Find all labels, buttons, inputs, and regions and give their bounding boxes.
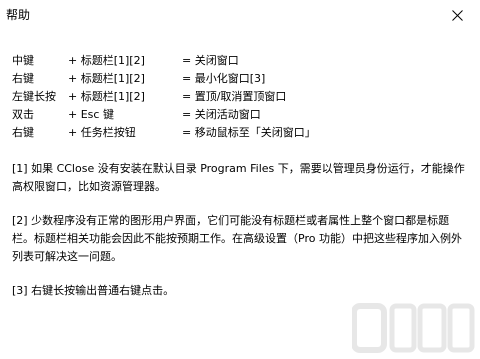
title-bar[interactable]: 帮助 <box>0 0 480 31</box>
shortcut-combo: + Esc 键 <box>68 108 114 121</box>
help-content: 中键 + 标题栏[1][2] = 关闭窗口 右键 + 标题栏[1][2] = 最… <box>12 52 468 300</box>
shortcut-action: = 移动鼠标至「关闭窗口」 <box>182 126 316 139</box>
shortcut-action: = 关闭活动窗口 <box>182 108 261 121</box>
shortcut-key: 左键长按 <box>12 90 56 103</box>
shortcut-combo: + 标题栏[1][2] <box>68 54 145 67</box>
shortcut-action: = 最小化窗口[3] <box>182 72 266 85</box>
shortcut-row: 中键 + 标题栏[1][2] = 关闭窗口 <box>12 52 468 70</box>
shortcut-row: 双击 + Esc 键 = 关闭活动窗口 <box>12 106 468 124</box>
close-button[interactable] <box>434 0 480 31</box>
shortcut-combo: + 任务栏按钮 <box>68 126 136 139</box>
shortcut-key: 右键 <box>12 72 34 85</box>
footnote-2: [2] 少数程序没有正常的图形用户界面，它们可能没有标题栏或者属性上整个窗口都是… <box>12 214 462 263</box>
shortcut-key: 右键 <box>12 126 34 139</box>
shortcut-key: 双击 <box>12 108 34 121</box>
site-watermark-logo <box>352 303 475 353</box>
shortcut-combo: + 标题栏[1][2] <box>68 90 145 103</box>
close-icon <box>451 10 463 21</box>
shortcut-row: 右键 + 标题栏[1][2] = 最小化窗口[3] <box>12 70 468 88</box>
shortcut-key: 中键 <box>12 54 34 67</box>
help-window: 帮助 中键 + 标题栏[1][2] = 关闭窗口 右键 + 标题栏[1][2] … <box>0 0 480 359</box>
window-title: 帮助 <box>6 8 31 22</box>
shortcut-row: 左键长按 + 标题栏[1][2] = 置顶/取消置顶窗口 <box>12 88 468 106</box>
footnote-1: [1] 如果 CClose 没有安装在默认目录 Program Files 下，… <box>12 162 465 193</box>
footnote-3: [3] 右键长按输出普通右键点击。 <box>12 284 175 297</box>
shortcut-action: = 置顶/取消置顶窗口 <box>182 90 287 103</box>
shortcut-table: 中键 + 标题栏[1][2] = 关闭窗口 右键 + 标题栏[1][2] = 最… <box>12 52 468 142</box>
shortcut-combo: + 标题栏[1][2] <box>68 72 145 85</box>
shortcut-row: 右键 + 任务栏按钮 = 移动鼠标至「关闭窗口」 <box>12 124 468 142</box>
shortcut-action: = 关闭窗口 <box>182 54 239 67</box>
